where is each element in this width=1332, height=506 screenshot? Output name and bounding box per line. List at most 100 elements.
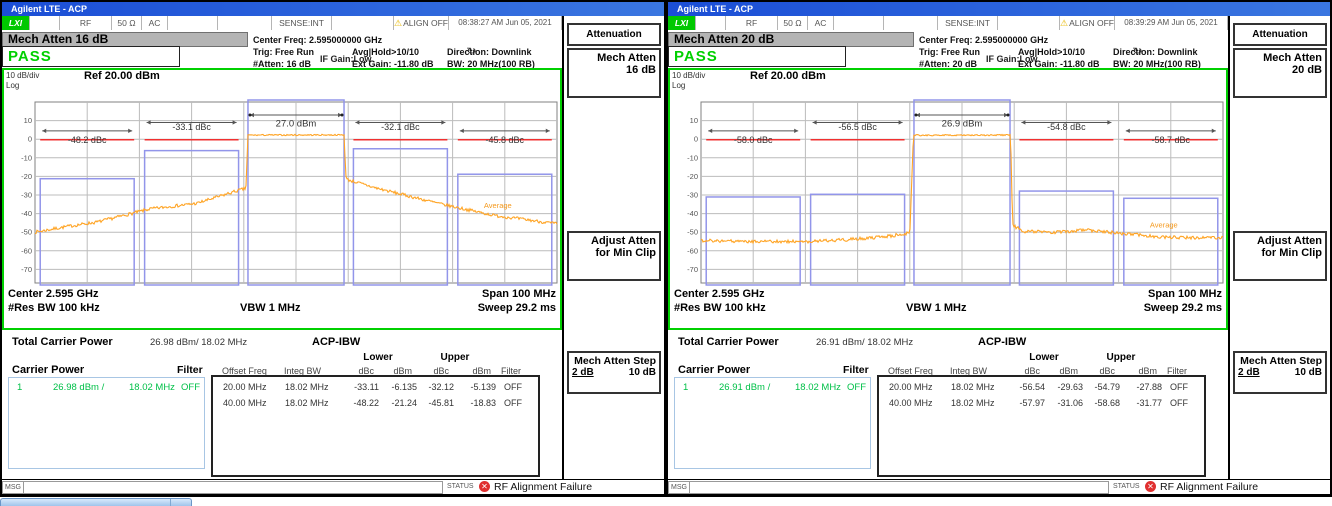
- sense-indicator: SENSE:INT: [938, 16, 998, 30]
- coupling-indicator: AC: [808, 16, 834, 30]
- spectrum-display: 100-10-20-30-40-50-60-70Average-58.0 dBc…: [668, 68, 1228, 330]
- upper-dbc-cell: -58.68: [1084, 398, 1120, 408]
- acp-table: 20.00 MHz 18.02 MHz -56.54 -29.63 -54.79…: [877, 375, 1206, 477]
- strip-spacer: [884, 16, 938, 30]
- upper-dbc-cell: -32.12: [418, 382, 454, 392]
- upper-header: Upper: [435, 352, 475, 363]
- acp-ibw-label: ACP-IBW: [312, 336, 360, 348]
- measurement-banner: Mech Atten 16 dB: [2, 32, 248, 47]
- window-titlebar[interactable]: Agilent LTE - ACP: [2, 2, 664, 16]
- ref-level-label: Ref 20.00 dBm: [750, 70, 826, 82]
- step-selected-value[interactable]: 2 dB: [1238, 367, 1260, 378]
- adjust-atten-softkey[interactable]: Adjust Atten for Min Clip: [1233, 231, 1327, 281]
- center-freq-readout: Center Freq: 2.595000000 GHz: [253, 35, 382, 45]
- svg-text:-33.1 dBc: -33.1 dBc: [172, 122, 211, 132]
- lower-dbc-cell: -33.11: [343, 382, 379, 392]
- lower-dbc-cell: -56.54: [1009, 382, 1045, 392]
- res-bw-annotation: #Res BW 100 kHz: [8, 302, 100, 314]
- svg-text:27.0 dBm: 27.0 dBm: [276, 118, 317, 129]
- upper-dbm-cell: -27.88: [1126, 382, 1162, 392]
- direction-readout: Direction: Downlink: [1113, 47, 1198, 57]
- vbw-annotation: VBW 1 MHz: [906, 302, 967, 314]
- svg-text:-50: -50: [21, 228, 32, 237]
- acp-table: 20.00 MHz 18.02 MHz -33.11 -6.135 -32.12…: [211, 375, 540, 477]
- svg-text:-60: -60: [687, 246, 698, 255]
- status-label: STATUS: [1113, 483, 1140, 490]
- softkey-menu-title: Attenuation: [1233, 23, 1327, 46]
- carrier-power-value: 26.98 dBm /: [53, 382, 104, 393]
- strip-spacer: [998, 16, 1060, 30]
- filter-header: Filter: [177, 364, 203, 376]
- taskbar-item-divider: [170, 499, 171, 506]
- svg-text:0: 0: [694, 135, 698, 144]
- offset-freq-cell: 20.00 MHz: [889, 382, 933, 392]
- mech-atten-value: 16 dB: [569, 64, 656, 76]
- mech-atten-softkey[interactable]: Mech Atten 16 dB: [567, 48, 661, 98]
- integ-bw-cell: 18.02 MHz: [951, 382, 995, 392]
- total-carrier-power-value: 26.91 dBm/ 18.02 MHz: [816, 337, 913, 348]
- svg-text:0: 0: [28, 135, 32, 144]
- strip-spacer: [332, 16, 394, 30]
- window-titlebar[interactable]: Agilent LTE - ACP: [668, 2, 1330, 16]
- mech-atten-softkey[interactable]: Mech Atten 20 dB: [1233, 48, 1327, 98]
- lower-header: Lower: [1024, 352, 1064, 363]
- svg-text:-70: -70: [21, 265, 32, 274]
- upper-dbc-cell: -54.79: [1084, 382, 1120, 392]
- mech-atten-value: 20 dB: [1235, 64, 1322, 76]
- scale-label: 10 dB/div: [6, 71, 39, 80]
- strip-spacer: [696, 16, 726, 30]
- carrier-power-value: 26.91 dBm /: [719, 382, 770, 393]
- sweep-annotation: Sweep 29.2 ms: [478, 302, 556, 314]
- verdict-text: PASS: [8, 48, 52, 65]
- span-annotation: Span 100 MHz: [1148, 288, 1222, 300]
- adjust-atten-line2: for Min Clip: [1235, 247, 1322, 259]
- adjust-atten-line1: Adjust Atten: [1235, 235, 1322, 247]
- lower-dbm-cell: -29.63: [1047, 382, 1083, 392]
- center-freq-readout: Center Freq: 2.595000000 GHz: [919, 35, 1048, 45]
- lower-dbm-cell: -21.24: [381, 398, 417, 408]
- status-bar: MSG STATUS ✕ RF Alignment Failure: [668, 479, 1330, 494]
- strip-spacer: [834, 16, 884, 30]
- integ-bw-cell: 18.02 MHz: [951, 398, 995, 408]
- svg-text:-45.8 dBc: -45.8 dBc: [486, 135, 525, 145]
- msg-label: MSG: [2, 481, 24, 494]
- svg-text:10: 10: [24, 116, 32, 125]
- mech-atten-step-softkey[interactable]: Mech Atten Step 2 dB 10 dB: [567, 351, 661, 394]
- trigger-readout: Trig: Free Run: [919, 47, 980, 57]
- filter-cell: OFF: [504, 382, 522, 392]
- step-selected-value[interactable]: 2 dB: [572, 367, 594, 378]
- svg-text:-54.8 dBc: -54.8 dBc: [1047, 122, 1086, 132]
- svg-text:-20: -20: [687, 172, 698, 181]
- log-label: Log: [672, 81, 685, 90]
- svg-text:-10: -10: [687, 153, 698, 162]
- status-label: STATUS: [447, 483, 474, 490]
- impedance-indicator: 50 Ω: [778, 16, 808, 30]
- svg-text:Average: Average: [484, 201, 512, 210]
- center-freq-annotation: Center 2.595 GHz: [8, 288, 98, 300]
- table-row: 40.00 MHz 18.02 MHz -48.22 -21.24 -45.81…: [213, 398, 538, 413]
- warning-icon: ⚠: [1060, 18, 1068, 28]
- total-carrier-power-label: Total Carrier Power: [12, 336, 113, 348]
- table-row: 20.00 MHz 18.02 MHz -33.11 -6.135 -32.12…: [213, 382, 538, 397]
- carrier-power-list: 1 26.91 dBm / 18.02 MHz OFF: [674, 377, 871, 469]
- impedance-indicator: 50 Ω: [112, 16, 142, 30]
- taskbar-item-fragment[interactable]: [0, 498, 192, 506]
- status-strip: LXI RF 50 Ω AC SENSE:INT ⚠ALIGN OFF 08:3…: [668, 16, 1228, 32]
- message-area: [689, 481, 1109, 494]
- integ-bw-cell: 18.02 MHz: [285, 398, 329, 408]
- step-alt-value[interactable]: 10 dB: [1295, 367, 1322, 378]
- svg-text:-30: -30: [21, 191, 32, 200]
- lower-dbm-cell: -31.06: [1047, 398, 1083, 408]
- adjust-atten-line1: Adjust Atten: [569, 235, 656, 247]
- mech-atten-step-softkey[interactable]: Mech Atten Step 2 dB 10 dB: [1233, 351, 1327, 394]
- upper-header: Upper: [1101, 352, 1141, 363]
- acp-ibw-label: ACP-IBW: [978, 336, 1026, 348]
- adjust-atten-softkey[interactable]: Adjust Atten for Min Clip: [567, 231, 661, 281]
- total-carrier-power-value: 26.98 dBm/ 18.02 MHz: [150, 337, 247, 348]
- direction-readout: Direction: Downlink: [447, 47, 532, 57]
- step-alt-value[interactable]: 10 dB: [629, 367, 656, 378]
- align-status: ALIGN OFF: [403, 18, 448, 28]
- pass-indicator: PASS: [668, 46, 846, 67]
- verdict-text: PASS: [674, 48, 718, 65]
- sweep-annotation: Sweep 29.2 ms: [1144, 302, 1222, 314]
